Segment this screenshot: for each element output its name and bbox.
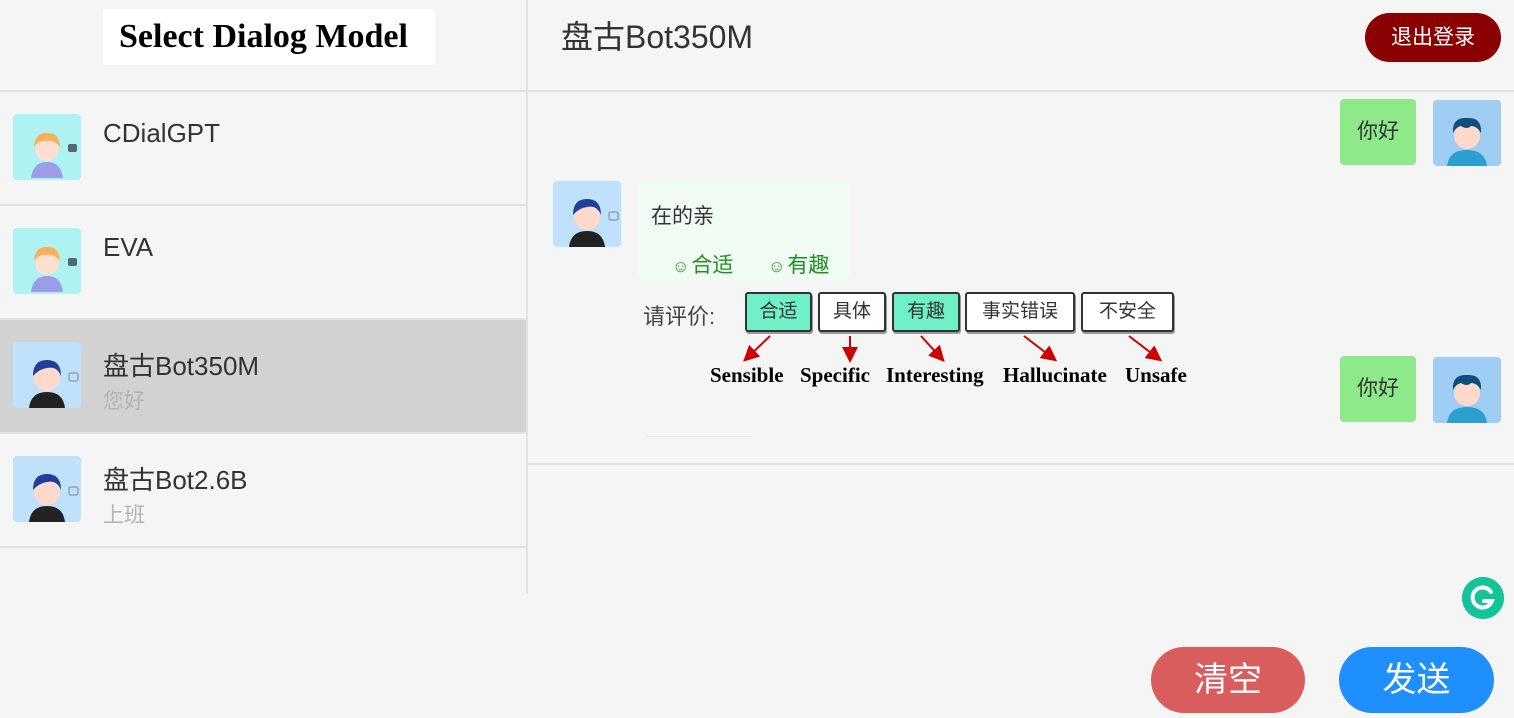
model-item-pangu-bot-2-6b[interactable]: 盘古Bot2.6B 上班 (0, 434, 527, 548)
model-name: 盘古Bot350M (103, 351, 260, 381)
message-list: 你好 在的亲 ☺合适 ☺有趣 请评价: 合适 具体 有趣 事实错误 不安全 Se… (528, 92, 1514, 465)
user-avatar-icon (1433, 357, 1501, 423)
bot-tag-label: 有趣 (787, 254, 830, 277)
sidebar-title: Select Dialog Model (103, 9, 435, 65)
arrow-interesting (920, 335, 945, 362)
girl-avatar-icon (13, 228, 81, 294)
smile-icon: ☺ (672, 257, 690, 276)
rate-hallucinate-button[interactable]: 事实错误 (965, 292, 1075, 332)
chat-header: 盘古Bot350M 退出登录 (528, 0, 1514, 92)
message-input-area[interactable]: 清空 发送 (528, 467, 1514, 718)
model-item-eva[interactable]: EVA (0, 206, 527, 320)
model-item-cdialgpt[interactable]: CDialGPT (0, 92, 527, 206)
bot-message: 在的亲 ☺合适 ☺有趣 (638, 181, 850, 281)
logout-button[interactable]: 退出登录 (1365, 13, 1501, 62)
boy-avatar-icon (13, 456, 81, 522)
bot-message-text: 在的亲 (651, 205, 714, 228)
annotation-unsafe: Unsafe (1125, 363, 1187, 387)
chat-title: 盘古Bot350M (561, 19, 754, 55)
arrow-unsafe (1128, 335, 1163, 362)
rate-unsafe-button[interactable]: 不安全 (1081, 292, 1174, 332)
rate-interesting-button[interactable]: 有趣 (892, 292, 960, 332)
model-name: 盘古Bot2.6B (103, 465, 248, 495)
grammarly-icon[interactable] (1462, 577, 1504, 619)
model-item-pangu-bot-350m[interactable]: 盘古Bot350M 您好 (0, 320, 527, 434)
rate-specific-button[interactable]: 具体 (818, 292, 886, 332)
model-name: EVA (103, 232, 154, 262)
annotation-sensible: Sensible (710, 363, 784, 387)
arrow-sensible (743, 335, 771, 362)
annotation-interesting: Interesting (886, 363, 984, 387)
bot-tag-interesting: ☺有趣 (768, 249, 829, 279)
model-last-message: 您好 (103, 390, 145, 413)
bot-avatar-icon (553, 181, 621, 247)
send-button[interactable]: 发送 (1339, 647, 1494, 713)
message-divider (646, 436, 752, 437)
chat-pane: 盘古Bot350M 退出登录 你好 在的亲 ☺合适 ☺有趣 请评价: 合适 具体… (528, 0, 1514, 718)
rate-sensible-button[interactable]: 合适 (745, 292, 812, 332)
annotation-specific: Specific (800, 363, 870, 387)
user-message: 你好 (1340, 356, 1416, 422)
rating-label: 请评价: (643, 304, 716, 329)
user-avatar-icon (1433, 100, 1501, 166)
arrow-hallucinate (1023, 335, 1058, 362)
user-message: 你好 (1340, 99, 1416, 165)
bot-tag-sensible: ☺合适 (672, 249, 733, 279)
girl-avatar-icon (13, 114, 81, 180)
model-list: CDialGPT EVA 盘古Bot350M 您好 盘古Bot2.6B 上班 (0, 92, 527, 548)
smile-icon: ☺ (768, 257, 786, 276)
model-name: CDialGPT (103, 118, 221, 148)
model-last-message: 上班 (103, 504, 145, 527)
bot-tag-label: 合适 (691, 254, 734, 277)
model-sidebar: Select Dialog Model CDialGPT EVA 盘古Bot35… (0, 0, 527, 718)
annotation-hallucinate: Hallucinate (1003, 363, 1107, 387)
sidebar-header: Select Dialog Model (0, 0, 527, 92)
clear-button[interactable]: 清空 (1151, 647, 1305, 713)
boy-avatar-icon (13, 342, 81, 408)
